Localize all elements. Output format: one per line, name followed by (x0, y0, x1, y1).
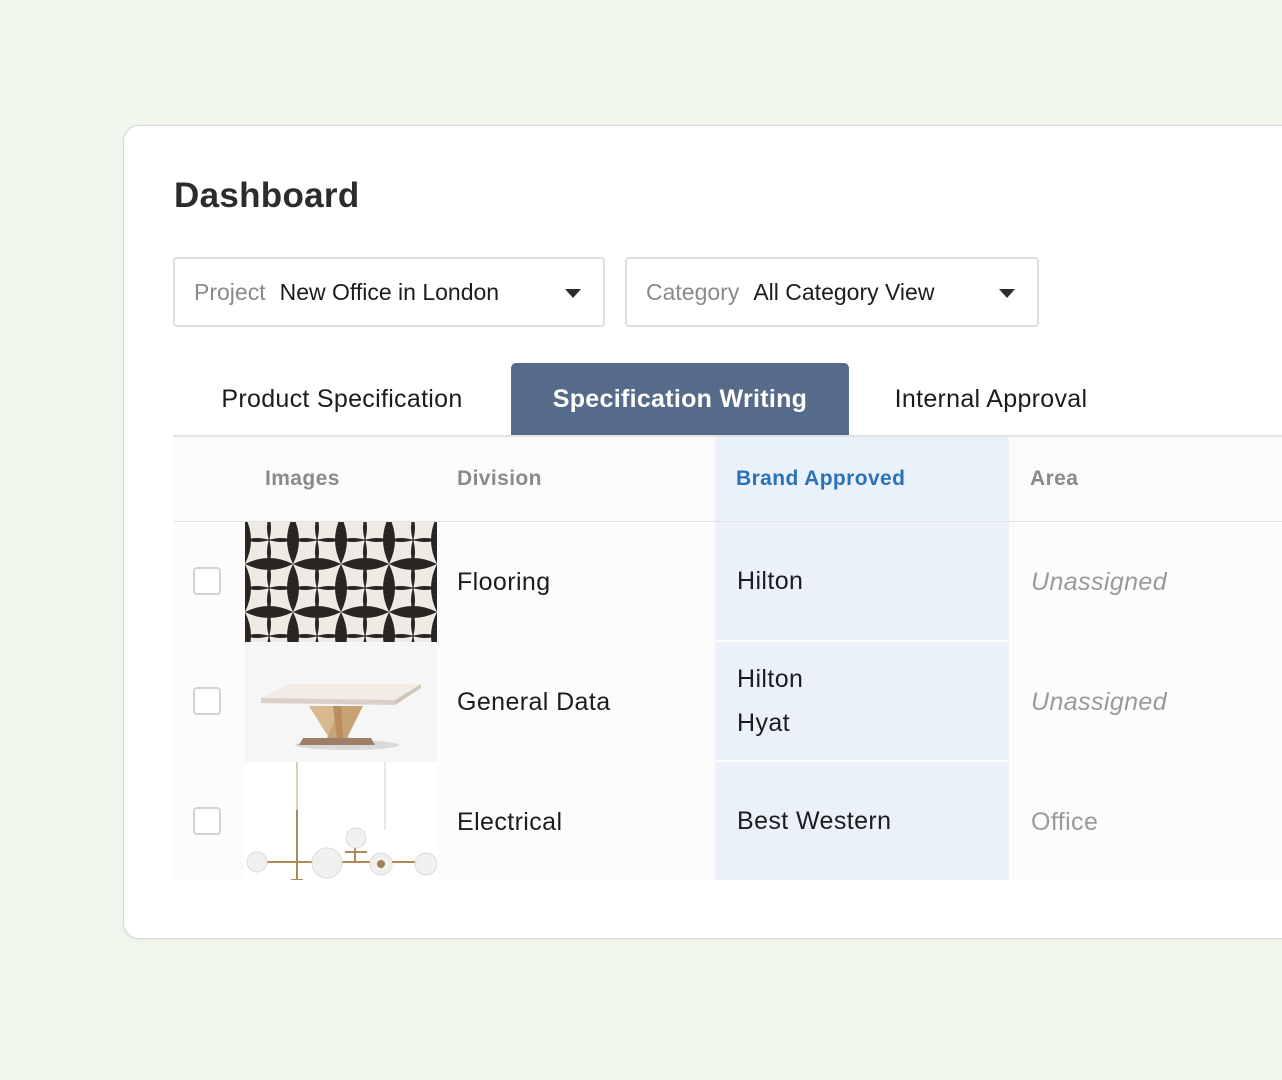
category-select[interactable]: Category All Category View (625, 257, 1039, 327)
table-row[interactable]: Flooring Hilton Unassigned (173, 522, 1282, 642)
product-image-patterned-tile (245, 522, 437, 642)
caret-down-icon (565, 289, 581, 298)
caret-down-icon (999, 289, 1015, 298)
category-select-label: Category (646, 278, 740, 305)
brand-name: Hilton (737, 665, 804, 693)
column-header-division: Division (457, 467, 542, 490)
tab-product-specification[interactable]: Product Specification (173, 363, 511, 435)
table-header: Images Division Brand Approved Area (173, 437, 1282, 523)
category-select-value: All Category View (753, 278, 935, 305)
project-select-value: New Office in London (279, 278, 500, 305)
division-cell: Electrical (457, 807, 563, 836)
tab-internal-approval[interactable]: Internal Approval (849, 363, 1133, 435)
brand-approved-cell: Hilton (715, 522, 1009, 640)
product-image-dining-table (245, 642, 437, 762)
tab-specification-writing[interactable]: Specification Writing (511, 363, 849, 435)
brand-approved-cell: Hilton Hyat (715, 642, 1009, 760)
brand-approved-cell: Best Western (715, 762, 1009, 880)
division-cell: Flooring (457, 567, 551, 596)
brand-name: Best Western (737, 807, 892, 835)
project-select[interactable]: Project New Office in London (173, 257, 605, 327)
row-checkbox[interactable] (193, 687, 221, 715)
division-cell: General Data (457, 687, 611, 716)
row-checkbox[interactable] (193, 567, 221, 595)
brand-name: Hilton (737, 567, 804, 595)
column-header-brand-approved[interactable]: Brand Approved (715, 437, 1009, 521)
column-header-images: Images (265, 467, 340, 490)
brand-name: Hyat (737, 709, 791, 737)
project-select-label: Project (194, 278, 266, 305)
area-cell[interactable]: Office (1031, 762, 1098, 882)
page-title: Dashboard (174, 176, 360, 215)
area-cell[interactable]: Unassigned (1031, 522, 1167, 642)
area-cell[interactable]: Unassigned (1031, 642, 1167, 762)
table-row[interactable]: Electrical Best Western Office (173, 762, 1282, 880)
dashboard-card: Dashboard Project New Office in London C… (123, 125, 1282, 939)
product-image-pendant-light (245, 762, 437, 880)
row-checkbox[interactable] (193, 807, 221, 835)
table-row[interactable]: General Data Hilton Hyat Unassigned (173, 642, 1282, 762)
column-header-area[interactable]: Area (1030, 437, 1078, 521)
